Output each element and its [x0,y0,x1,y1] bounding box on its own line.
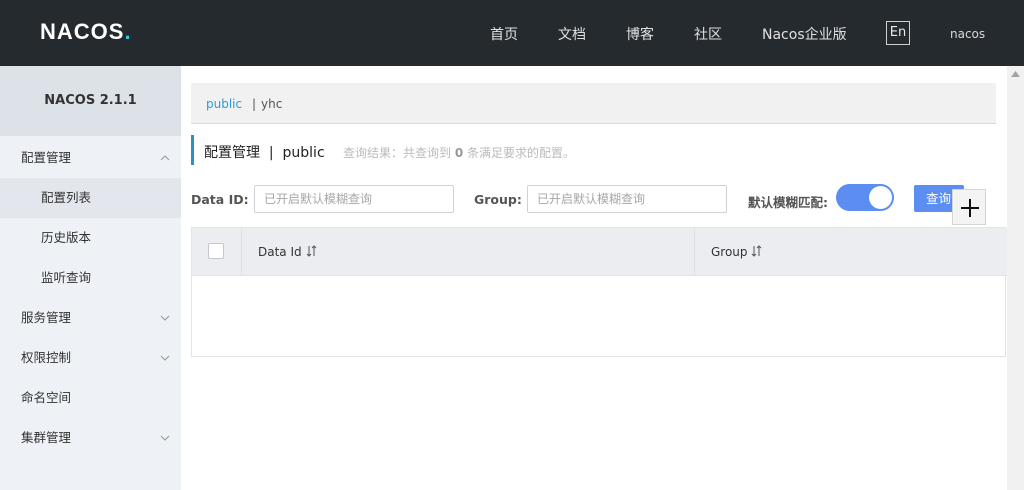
query-result-count: 0 [454,146,464,160]
sidebar: NACOS 2.1.1 配置管理 配置列表 历史版本 监听查询 服务管理 权限控… [0,66,181,490]
sidebar-item-label: 集群管理 [21,430,72,445]
toggle-knob [869,186,892,209]
table-header: Data Id Group [192,228,1007,276]
page-title: 配置管理 | public [204,145,325,161]
nav-blog[interactable]: 博客 [626,24,654,44]
language-switch-button[interactable]: En [886,21,910,45]
nav-home[interactable]: 首页 [490,24,518,44]
select-all-cell [192,228,242,276]
query-result-suffix: 条满足要求的配置。 [467,146,576,160]
group-label: Group: [474,192,522,207]
plus-icon [961,199,979,217]
chevron-up-icon [160,155,170,161]
column-header-dataid[interactable]: Data Id [242,228,695,276]
nav-docs[interactable]: 文档 [558,24,586,44]
namespace-separator: | [252,97,257,111]
column-header-group[interactable]: Group [695,228,1007,276]
chevron-down-icon [160,435,170,441]
sidebar-item-label: 权限控制 [21,350,72,365]
sidebar-item-label: 历史版本 [41,230,92,245]
query-result-prefix: 查询结果：共查询到 [343,146,452,160]
column-label: Data Id [258,245,302,259]
sort-icon[interactable] [751,244,763,258]
select-all-checkbox[interactable] [208,243,224,259]
sidebar-item-listener-query[interactable]: 监听查询 [0,258,181,298]
fuzzy-match-label: 默认模糊匹配: [748,195,828,210]
sidebar-item-namespace[interactable]: 命名空间 [0,378,181,418]
logo-text: NACOS [40,19,125,44]
query-result-text: 查询结果：共查询到 0 条满足要求的配置。 [343,144,575,161]
nacos-logo[interactable]: NACOS. [40,19,132,45]
sidebar-item-cluster-management[interactable]: 集群管理 [0,418,181,458]
page-scrollbar[interactable] [1007,66,1024,490]
sidebar-item-label: 配置列表 [41,190,92,205]
top-header: NACOS. 首页 文档 博客 社区 Nacos企业版 En nacos [0,0,1024,66]
user-menu[interactable]: nacos [950,27,985,41]
table-body-empty [192,276,1007,358]
nav-enterprise[interactable]: Nacos企业版 [762,24,847,44]
logo-dot: . [124,19,132,44]
dataid-search-input[interactable] [254,185,454,213]
sidebar-item-label: 监听查询 [41,270,92,285]
nav-community[interactable]: 社区 [694,24,722,44]
chevron-down-icon [160,355,170,361]
namespace-yhc-link[interactable]: yhc [261,97,282,111]
sidebar-item-history[interactable]: 历史版本 [0,218,181,258]
config-table: Data Id Group [191,227,1007,358]
namespace-bar: public | yhc [191,83,996,124]
add-config-button[interactable] [952,189,986,225]
group-search-input[interactable] [527,185,727,213]
sidebar-item-label: 命名空间 [21,390,72,405]
sidebar-item-config-list[interactable]: 配置列表 [0,178,181,218]
sidebar-title: NACOS 2.1.1 [0,66,181,136]
sidebar-item-access-control[interactable]: 权限控制 [0,338,181,378]
sidebar-item-config-management[interactable]: 配置管理 [0,138,181,178]
sidebar-item-service-management[interactable]: 服务管理 [0,298,181,338]
column-label: Group [711,245,748,259]
namespace-public-link[interactable]: public [206,97,242,111]
title-accent-bar [191,135,194,165]
sidebar-item-label: 配置管理 [21,150,72,165]
scroll-up-arrow-icon[interactable] [1011,71,1020,77]
fuzzy-match-toggle[interactable] [836,184,894,211]
dataid-label: Data ID: [191,192,249,207]
sidebar-item-label: 服务管理 [21,310,72,325]
sort-icon[interactable] [306,244,318,258]
chevron-down-icon [160,315,170,321]
